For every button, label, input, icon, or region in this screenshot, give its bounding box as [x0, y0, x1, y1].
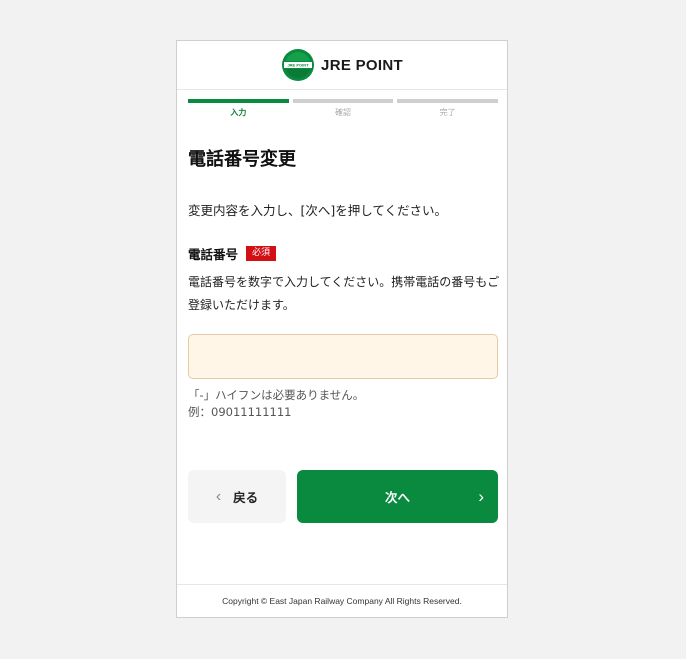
- next-button[interactable]: 次へ ›: [297, 470, 498, 523]
- progress-steps: 入力 確認 完了: [188, 99, 499, 118]
- step-confirm: 確認: [292, 99, 394, 118]
- lead-text: 変更内容を入力し、[次へ]を押してください。: [188, 203, 448, 218]
- note-hyphen: 「-」ハイフンは必要ありません。: [188, 388, 365, 402]
- field-label-text: 電話番号: [188, 247, 239, 262]
- input-note: 「-」ハイフンは必要ありません。 例：09011111111: [188, 387, 364, 421]
- step-input: 入力: [188, 99, 289, 118]
- step-label: 完了: [439, 108, 456, 117]
- back-button[interactable]: ‹ 戻る: [188, 470, 286, 523]
- step-label: 入力: [230, 108, 247, 117]
- help-text: 電話番号を数字で入力してください。携帯電話の番号もご登録いただけます。: [188, 275, 500, 312]
- header: JRE POINT JRE POINT: [177, 41, 507, 90]
- note-example: 例：09011111111: [188, 405, 292, 419]
- step-label: 確認: [335, 108, 351, 117]
- copyright-text: Copyright © East Japan Railway Company A…: [222, 596, 462, 606]
- page-title: 電話番号変更: [188, 149, 296, 170]
- step-complete: 完了: [397, 99, 499, 118]
- back-button-label: 戻る: [233, 491, 259, 505]
- required-badge: 必須: [246, 246, 277, 261]
- footer: Copyright © East Japan Railway Company A…: [177, 584, 507, 617]
- chevron-left-icon: ‹: [215, 487, 222, 505]
- phone-input[interactable]: [188, 334, 498, 379]
- chevron-right-icon: ›: [478, 486, 484, 506]
- app-frame: JRE POINT JRE POINT 入力 確認 完了 電話番号変更 変更内容…: [176, 40, 508, 618]
- step-bar: [188, 99, 289, 103]
- jre-point-logo-icon: JRE POINT: [282, 49, 315, 81]
- logo-text: JRE POINT: [321, 56, 403, 74]
- phone-field-label: 電話番号 必須: [188, 244, 277, 263]
- next-button-label: 次へ: [384, 491, 410, 505]
- step-bar: [292, 99, 394, 103]
- step-bar: [397, 99, 499, 103]
- logo-mark-text: JRE POINT: [287, 63, 309, 68]
